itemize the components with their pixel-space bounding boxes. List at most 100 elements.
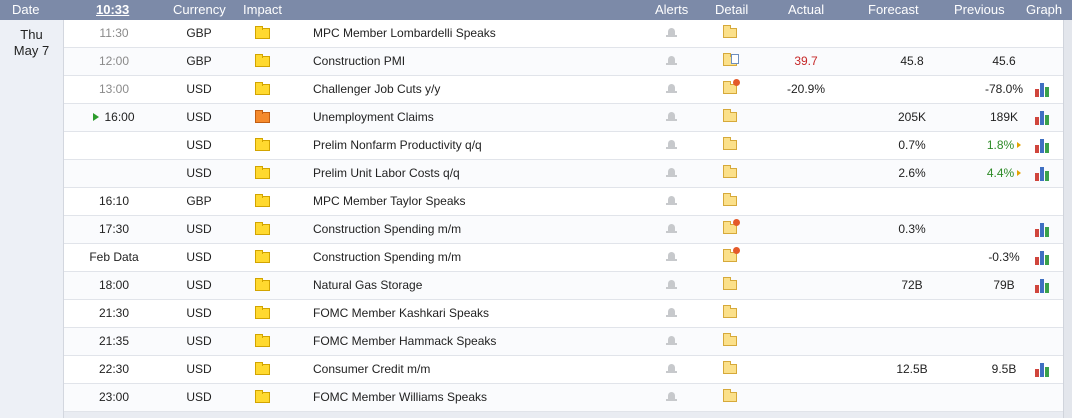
impact-folder-icon (255, 334, 270, 347)
event-time: 13:00 (98, 82, 130, 96)
calendar-row[interactable]: 21:35 USD FOMC Member Hammack Speaks (64, 328, 1063, 356)
alert-bell-icon[interactable] (666, 308, 677, 317)
calendar-row[interactable]: 12:00 GBP Construction PMI 39.7 45.8 45.6 (64, 48, 1063, 76)
alert-bell-icon[interactable] (666, 364, 677, 373)
event-forecast: 45.8 (900, 54, 924, 68)
event-previous: 1.8% (962, 132, 1046, 159)
event-currency: GBP (186, 26, 212, 40)
detail-folder-new-icon[interactable] (723, 219, 740, 234)
event-title[interactable]: MPC Member Lombardelli Speaks (313, 20, 496, 47)
event-currency: GBP (186, 54, 212, 68)
alert-bell-icon[interactable] (666, 56, 677, 65)
alert-bell-icon[interactable] (666, 196, 677, 205)
graph-icon[interactable] (1035, 278, 1051, 293)
impact-folder-icon (255, 222, 270, 235)
event-previous: 189K (989, 110, 1019, 124)
date-label: May 7 (13, 43, 50, 58)
alert-bell-icon[interactable] (666, 224, 677, 233)
header-forecast: Forecast (868, 2, 919, 17)
graph-icon[interactable] (1035, 166, 1051, 181)
detail-folder-icon[interactable] (723, 165, 737, 178)
calendar-row[interactable]: USD Prelim Unit Labor Costs q/q 2.6% 4.4% (64, 160, 1063, 188)
graph-icon[interactable] (1035, 110, 1051, 125)
event-time: 21:30 (98, 306, 130, 320)
detail-folder-doc-icon[interactable] (723, 53, 739, 66)
alert-bell-icon[interactable] (666, 392, 677, 401)
graph-icon[interactable] (1035, 138, 1051, 153)
calendar-row[interactable]: 18:00 USD Natural Gas Storage 72B 79B (64, 272, 1063, 300)
header-detail: Detail (715, 2, 749, 17)
alert-bell-icon[interactable] (666, 28, 677, 37)
detail-folder-icon[interactable] (723, 137, 737, 150)
date-cell: Thu May 7 (0, 20, 64, 418)
alert-bell-icon[interactable] (666, 336, 677, 345)
event-title[interactable]: Construction Spending m/m (313, 244, 461, 271)
alert-bell-icon[interactable] (666, 140, 677, 149)
impact-folder-icon (255, 278, 270, 291)
event-currency: USD (186, 166, 212, 180)
economic-calendar: Date 10:33 Currency Impact Alerts Detail… (0, 0, 1072, 418)
calendar-row[interactable]: 17:30 USD Construction Spending m/m 0.3% (64, 216, 1063, 244)
detail-folder-icon[interactable] (723, 361, 737, 374)
impact-folder-icon (255, 250, 270, 263)
impact-folder-icon (255, 54, 270, 67)
calendar-row[interactable]: 16:10 GBP MPC Member Taylor Speaks (64, 188, 1063, 216)
detail-folder-icon[interactable] (723, 193, 737, 206)
event-actual: 39.7 (794, 54, 818, 68)
event-forecast: 205K (897, 110, 927, 124)
event-title[interactable]: MPC Member Taylor Speaks (313, 188, 466, 215)
event-title[interactable]: Construction PMI (313, 48, 405, 75)
calendar-row[interactable]: 23:00 USD FOMC Member Williams Speaks (64, 384, 1063, 412)
alert-bell-icon[interactable] (666, 84, 677, 93)
graph-icon[interactable] (1035, 250, 1051, 265)
event-title[interactable]: Construction Spending m/m (313, 216, 461, 243)
detail-folder-new-icon[interactable] (723, 247, 740, 262)
event-currency: USD (186, 390, 212, 404)
event-title[interactable]: Challenger Job Cuts y/y (313, 76, 440, 103)
alert-bell-icon[interactable] (666, 168, 677, 177)
event-forecast: 2.6% (898, 166, 926, 180)
calendar-row[interactable]: USD Prelim Nonfarm Productivity q/q 0.7% 1.… (64, 132, 1063, 160)
detail-folder-new-icon[interactable] (723, 79, 740, 94)
detail-folder-icon[interactable] (723, 389, 737, 402)
impact-folder-icon (255, 82, 270, 95)
graph-icon[interactable] (1035, 222, 1051, 237)
event-title[interactable]: FOMC Member Hammack Speaks (313, 328, 496, 355)
event-time: 12:00 (98, 54, 130, 68)
calendar-row[interactable]: Feb Data USD Construction Spending m/m -0.3… (64, 244, 1063, 272)
event-title[interactable]: Prelim Nonfarm Productivity q/q (313, 132, 482, 159)
header-date[interactable]: Date (12, 0, 39, 20)
header-previous: Previous (954, 2, 1005, 17)
event-title[interactable]: Natural Gas Storage (313, 272, 422, 299)
calendar-row[interactable]: 21:30 USD FOMC Member Kashkari Speaks (64, 300, 1063, 328)
event-title[interactable]: FOMC Member Williams Speaks (313, 384, 487, 411)
event-previous: -78.0% (984, 82, 1024, 96)
detail-folder-icon[interactable] (723, 109, 737, 122)
header-actual: Actual (788, 2, 825, 17)
detail-folder-icon[interactable] (723, 277, 737, 290)
detail-folder-icon[interactable] (723, 333, 737, 346)
event-title[interactable]: Prelim Unit Labor Costs q/q (313, 160, 460, 187)
event-forecast: 0.7% (898, 138, 926, 152)
graph-icon[interactable] (1035, 82, 1051, 97)
alert-bell-icon[interactable] (666, 280, 677, 289)
day-label: Thu (20, 27, 43, 42)
graph-icon[interactable] (1035, 362, 1051, 377)
alert-bell-icon[interactable] (666, 112, 677, 121)
detail-folder-icon[interactable] (723, 25, 737, 38)
calendar-row[interactable]: 22:30 USD Consumer Credit m/m 12.5B 9.5B (64, 356, 1063, 384)
event-title[interactable]: Unemployment Claims (313, 104, 434, 131)
event-previous: 4.4% (962, 160, 1046, 187)
detail-folder-icon[interactable] (723, 305, 737, 318)
event-currency: USD (186, 138, 212, 152)
header-current-time[interactable]: 10:33 (96, 0, 129, 20)
event-title[interactable]: FOMC Member Kashkari Speaks (313, 300, 489, 327)
scrollbar[interactable] (1063, 20, 1072, 418)
header-currency: Currency (173, 2, 226, 17)
calendar-row[interactable]: 16:00 USD Unemployment Claims 205K 189K (64, 104, 1063, 132)
event-title[interactable]: Consumer Credit m/m (313, 356, 430, 383)
alert-bell-icon[interactable] (666, 252, 677, 261)
calendar-row[interactable]: 11:30 GBP MPC Member Lombardelli Speaks (64, 20, 1063, 48)
event-time: 17:30 (98, 222, 130, 236)
calendar-row[interactable]: 13:00 USD Challenger Job Cuts y/y -20.9% -78… (64, 76, 1063, 104)
